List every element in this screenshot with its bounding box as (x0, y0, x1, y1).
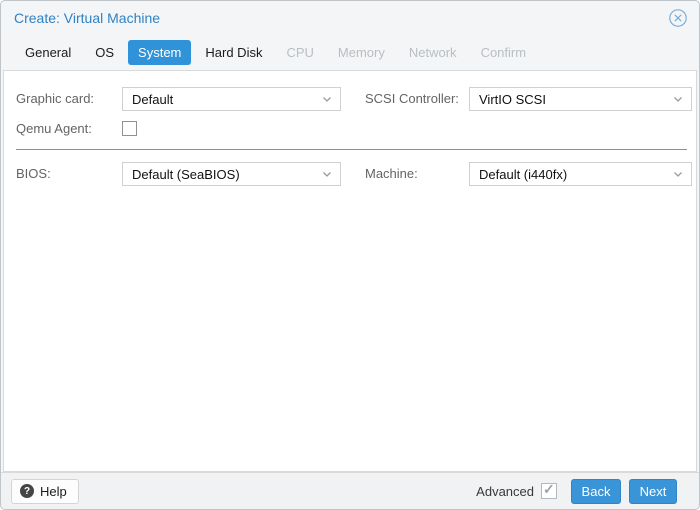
scsi-controller-select[interactable]: VirtIO SCSI (469, 87, 692, 111)
tab-cpu: CPU (286, 44, 314, 60)
bios-value: Default (SeaBIOS) (132, 166, 240, 182)
machine-value: Default (i440fx) (479, 166, 568, 182)
tab-system[interactable]: System (128, 39, 192, 65)
help-button-label: Help (40, 483, 67, 499)
qemu-agent-checkbox[interactable] (122, 121, 137, 136)
scsi-controller-value: VirtIO SCSI (479, 91, 546, 107)
chevron-down-icon (320, 167, 334, 181)
dialog-footer: Help Advanced Back Next (1, 472, 699, 509)
advanced-label: Advanced (476, 483, 534, 499)
wizard-tabbar: General OS System Hard Disk CPU Memory N… (1, 34, 699, 70)
dialog-titlebar: Create: Virtual Machine (1, 1, 699, 34)
create-vm-dialog: Create: Virtual Machine General OS Syste… (0, 0, 700, 510)
graphic-card-label: Graphic card: (16, 91, 95, 106)
tab-general[interactable]: General (15, 40, 81, 65)
close-icon[interactable] (668, 8, 688, 28)
tab-memory: Memory (337, 44, 385, 60)
advanced-checkbox[interactable] (541, 483, 557, 499)
chevron-down-icon (671, 92, 685, 106)
chevron-down-icon (320, 92, 334, 106)
next-button[interactable]: Next (629, 478, 677, 504)
form-row-graphics-scsi: Graphic card: Default SCSI Controller: V… (4, 87, 696, 111)
help-icon (20, 484, 34, 498)
scsi-controller-label: SCSI Controller: (365, 91, 459, 106)
advanced-section-divider (16, 149, 687, 150)
graphic-card-value: Default (132, 91, 174, 107)
system-form-panel: Graphic card: Default SCSI Controller: V… (3, 70, 697, 472)
machine-label: Machine: (365, 166, 418, 181)
help-button[interactable]: Help (11, 478, 79, 504)
tab-confirm: Confirm (480, 44, 527, 60)
tab-network: Network (408, 44, 457, 60)
bios-label: BIOS: (16, 166, 51, 181)
machine-select[interactable]: Default (i440fx) (469, 162, 692, 186)
back-button[interactable]: Back (571, 478, 621, 504)
tab-hard-disk[interactable]: Hard Disk (195, 40, 272, 65)
qemu-agent-label: Qemu Agent: (16, 121, 92, 136)
tab-os[interactable]: OS (85, 40, 124, 65)
chevron-down-icon (671, 167, 685, 181)
check-icon (543, 481, 555, 498)
form-row-bios-machine: BIOS: Default (SeaBIOS) Machine: Default… (4, 162, 696, 186)
graphic-card-select[interactable]: Default (122, 87, 341, 111)
form-row-qemu-agent: Qemu Agent: (4, 117, 696, 141)
bios-select[interactable]: Default (SeaBIOS) (122, 162, 341, 186)
dialog-title: Create: Virtual Machine (14, 9, 161, 26)
